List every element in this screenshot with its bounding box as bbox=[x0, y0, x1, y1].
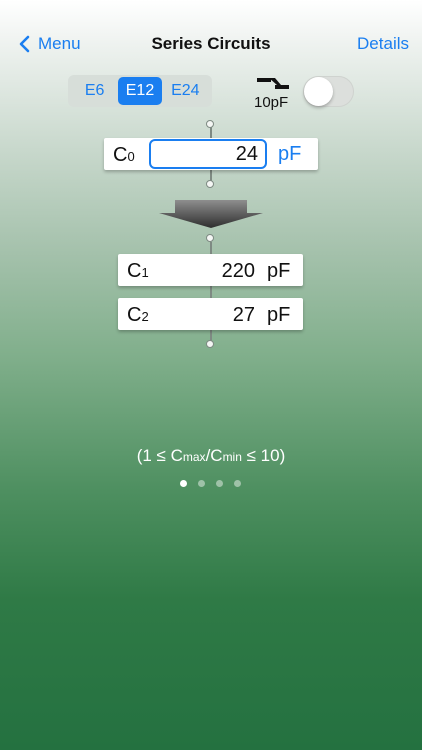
navigation-bar: Menu Series Circuits Details bbox=[0, 0, 422, 88]
page-dot[interactable] bbox=[198, 480, 205, 487]
c0-unit[interactable]: pF bbox=[278, 143, 301, 166]
toggle-knob bbox=[304, 77, 333, 106]
c0-label-sub: 0 bbox=[127, 149, 135, 164]
down-arrow-icon bbox=[159, 200, 263, 228]
c1-value: 220 bbox=[221, 260, 255, 282]
c2-unit: pF bbox=[267, 304, 291, 326]
ratio-prefix: (1 ≤ C bbox=[136, 446, 183, 465]
ratio-min-sub: min bbox=[222, 450, 242, 464]
page-dot[interactable] bbox=[216, 480, 223, 487]
target-capacitance-input[interactable] bbox=[149, 139, 267, 169]
segment-e12[interactable]: E12 bbox=[117, 77, 162, 105]
c0-label-main: C bbox=[113, 144, 128, 166]
c1-unit: pF bbox=[267, 260, 291, 282]
terminal-node bbox=[206, 234, 214, 242]
ratio-max-sub: max bbox=[182, 450, 206, 464]
capacitor-symbol-icon bbox=[257, 78, 289, 89]
ratio-slash: /C bbox=[205, 446, 223, 465]
page-indicator[interactable] bbox=[180, 480, 241, 487]
segment-e6[interactable]: E6 bbox=[73, 77, 117, 105]
terminal-node bbox=[206, 340, 214, 348]
page-dot[interactable] bbox=[180, 480, 187, 487]
terminal-node bbox=[206, 120, 214, 128]
e-series-segmented-control: E6 E12 E24 bbox=[68, 75, 212, 107]
parasitic-capacitance-label: 10pF bbox=[254, 94, 289, 111]
ratio-constraint-text: (1 ≤ Cmax/Cmin ≤ 10) bbox=[0, 446, 422, 466]
details-button[interactable]: Details bbox=[357, 34, 409, 54]
parasitic-toggle[interactable] bbox=[303, 76, 354, 107]
ratio-suffix: ≤ 10) bbox=[241, 446, 286, 465]
c0-label: C0 bbox=[113, 144, 135, 167]
c2-value: 27 bbox=[232, 304, 255, 326]
page-dot[interactable] bbox=[234, 480, 241, 487]
segment-e24[interactable]: E24 bbox=[163, 77, 207, 105]
terminal-node bbox=[206, 180, 214, 188]
